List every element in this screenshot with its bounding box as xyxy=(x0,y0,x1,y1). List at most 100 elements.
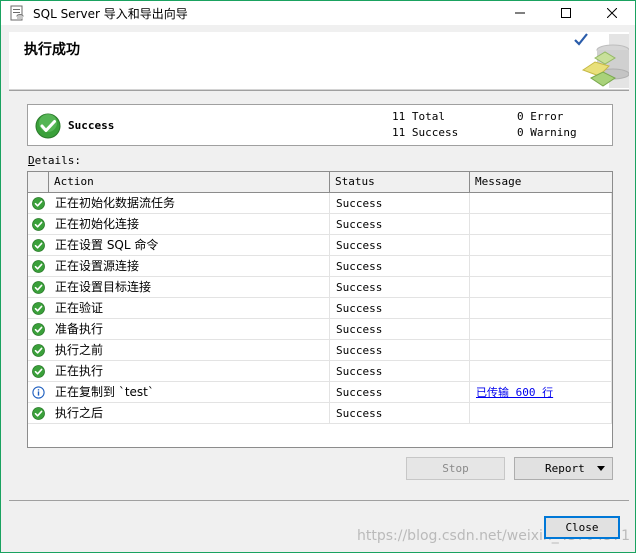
row-status-icon-cell xyxy=(28,193,49,214)
success-check-icon xyxy=(32,323,45,336)
message-cell xyxy=(470,214,612,235)
summary-warning: 0 Warning xyxy=(517,126,577,139)
status-cell: Success xyxy=(330,277,470,298)
wizard-logo-icon xyxy=(569,32,630,90)
table-row[interactable]: 执行之后 Success xyxy=(28,403,612,424)
success-check-icon xyxy=(35,113,61,139)
row-status-icon-cell xyxy=(28,340,49,361)
message-cell xyxy=(470,319,612,340)
success-check-icon xyxy=(32,302,45,315)
row-status-icon-cell xyxy=(28,361,49,382)
title-bar[interactable]: SQL Server 导入和导出向导 xyxy=(1,1,635,25)
success-check-icon xyxy=(32,344,45,357)
message-cell xyxy=(470,403,612,424)
status-cell: Success xyxy=(330,235,470,256)
action-cell: 正在复制到 `test` xyxy=(49,382,330,403)
minimize-icon xyxy=(515,12,525,14)
app-icon xyxy=(9,5,25,21)
message-cell xyxy=(470,340,612,361)
wizard-window: SQL Server 导入和导出向导 执行成功 Success 11 Total… xyxy=(0,0,636,553)
table-row[interactable]: 正在初始化连接 Success xyxy=(28,214,612,235)
chevron-down-icon xyxy=(597,466,605,471)
summary-success: 11 Success xyxy=(392,126,459,139)
action-cell: 正在初始化数据流任务 xyxy=(49,193,330,214)
footer-divider xyxy=(9,500,629,501)
message-cell xyxy=(470,193,612,214)
table-row[interactable]: 执行之前 Success xyxy=(28,340,612,361)
info-icon xyxy=(32,386,45,399)
report-button[interactable]: Report xyxy=(514,457,613,480)
summary-error: 0 Error xyxy=(517,110,564,123)
column-header-status[interactable]: Status xyxy=(330,172,470,192)
close-window-button[interactable] xyxy=(589,1,635,25)
page-title: 执行成功 xyxy=(24,42,80,58)
row-status-icon-cell xyxy=(28,214,49,235)
status-cell: Success xyxy=(330,403,470,424)
row-status-icon-cell xyxy=(28,319,49,340)
action-cell: 准备执行 xyxy=(49,319,330,340)
message-cell xyxy=(470,298,612,319)
action-cell: 正在设置源连接 xyxy=(49,256,330,277)
table-row[interactable]: 准备执行 Success xyxy=(28,319,612,340)
close-button[interactable]: Close xyxy=(544,516,620,539)
action-cell: 正在执行 xyxy=(49,361,330,382)
table-row[interactable]: 正在执行 Success xyxy=(28,361,612,382)
success-check-icon xyxy=(32,281,45,294)
column-header-icon[interactable] xyxy=(28,172,49,192)
details-label: Details: xyxy=(28,154,81,167)
table-row[interactable]: 正在初始化数据流任务 Success xyxy=(28,193,612,214)
status-cell: Success xyxy=(330,214,470,235)
success-check-icon xyxy=(32,407,45,420)
message-cell xyxy=(470,277,612,298)
action-cell: 正在设置 SQL 命令 xyxy=(49,235,330,256)
header-divider xyxy=(9,90,629,91)
summary-status: Success xyxy=(68,119,115,132)
status-cell: Success xyxy=(330,256,470,277)
message-link[interactable]: 已传输 600 行 xyxy=(476,386,553,399)
row-status-icon-cell xyxy=(28,382,49,403)
status-cell: Success xyxy=(330,361,470,382)
row-status-icon-cell xyxy=(28,256,49,277)
success-check-icon xyxy=(32,260,45,273)
success-check-icon xyxy=(32,218,45,231)
close-icon xyxy=(607,8,617,18)
maximize-button[interactable] xyxy=(543,1,589,25)
row-status-icon-cell xyxy=(28,298,49,319)
table-row[interactable]: 正在复制到 `test` Success 已传输 600 行 xyxy=(28,382,612,403)
stop-button[interactable]: Stop xyxy=(406,457,505,480)
grid-header: Action Status Message xyxy=(28,172,612,193)
details-grid[interactable]: Action Status Message 正在初始化数据流任务 Success 正… xyxy=(27,171,613,448)
action-cell: 正在验证 xyxy=(49,298,330,319)
table-row[interactable]: 正在设置源连接 Success xyxy=(28,256,612,277)
minimize-button[interactable] xyxy=(497,1,543,25)
success-check-icon xyxy=(32,365,45,378)
summary-panel: Success 11 Total 11 Success 0 Error 0 Wa… xyxy=(27,104,613,146)
message-cell xyxy=(470,235,612,256)
message-cell: 已传输 600 行 xyxy=(470,382,612,403)
success-check-icon xyxy=(32,239,45,252)
summary-total: 11 Total xyxy=(392,110,445,123)
action-cell: 执行之前 xyxy=(49,340,330,361)
action-cell: 执行之后 xyxy=(49,403,330,424)
action-cell: 正在设置目标连接 xyxy=(49,277,330,298)
status-cell: Success xyxy=(330,298,470,319)
message-cell xyxy=(470,361,612,382)
maximize-icon xyxy=(561,8,571,18)
action-cell: 正在初始化连接 xyxy=(49,214,330,235)
table-row[interactable]: 正在验证 Success xyxy=(28,298,612,319)
row-status-icon-cell xyxy=(28,403,49,424)
window-title: SQL Server 导入和导出向导 xyxy=(33,6,188,21)
status-cell: Success xyxy=(330,382,470,403)
status-cell: Success xyxy=(330,193,470,214)
row-status-icon-cell xyxy=(28,277,49,298)
table-row[interactable]: 正在设置目标连接 Success xyxy=(28,277,612,298)
column-header-action[interactable]: Action xyxy=(49,172,330,192)
success-check-icon xyxy=(32,197,45,210)
row-status-icon-cell xyxy=(28,235,49,256)
status-cell: Success xyxy=(330,340,470,361)
table-row[interactable]: 正在设置 SQL 命令 Success xyxy=(28,235,612,256)
message-cell xyxy=(470,256,612,277)
status-cell: Success xyxy=(330,319,470,340)
column-header-message[interactable]: Message xyxy=(470,172,612,192)
page-header: 执行成功 xyxy=(9,32,630,90)
